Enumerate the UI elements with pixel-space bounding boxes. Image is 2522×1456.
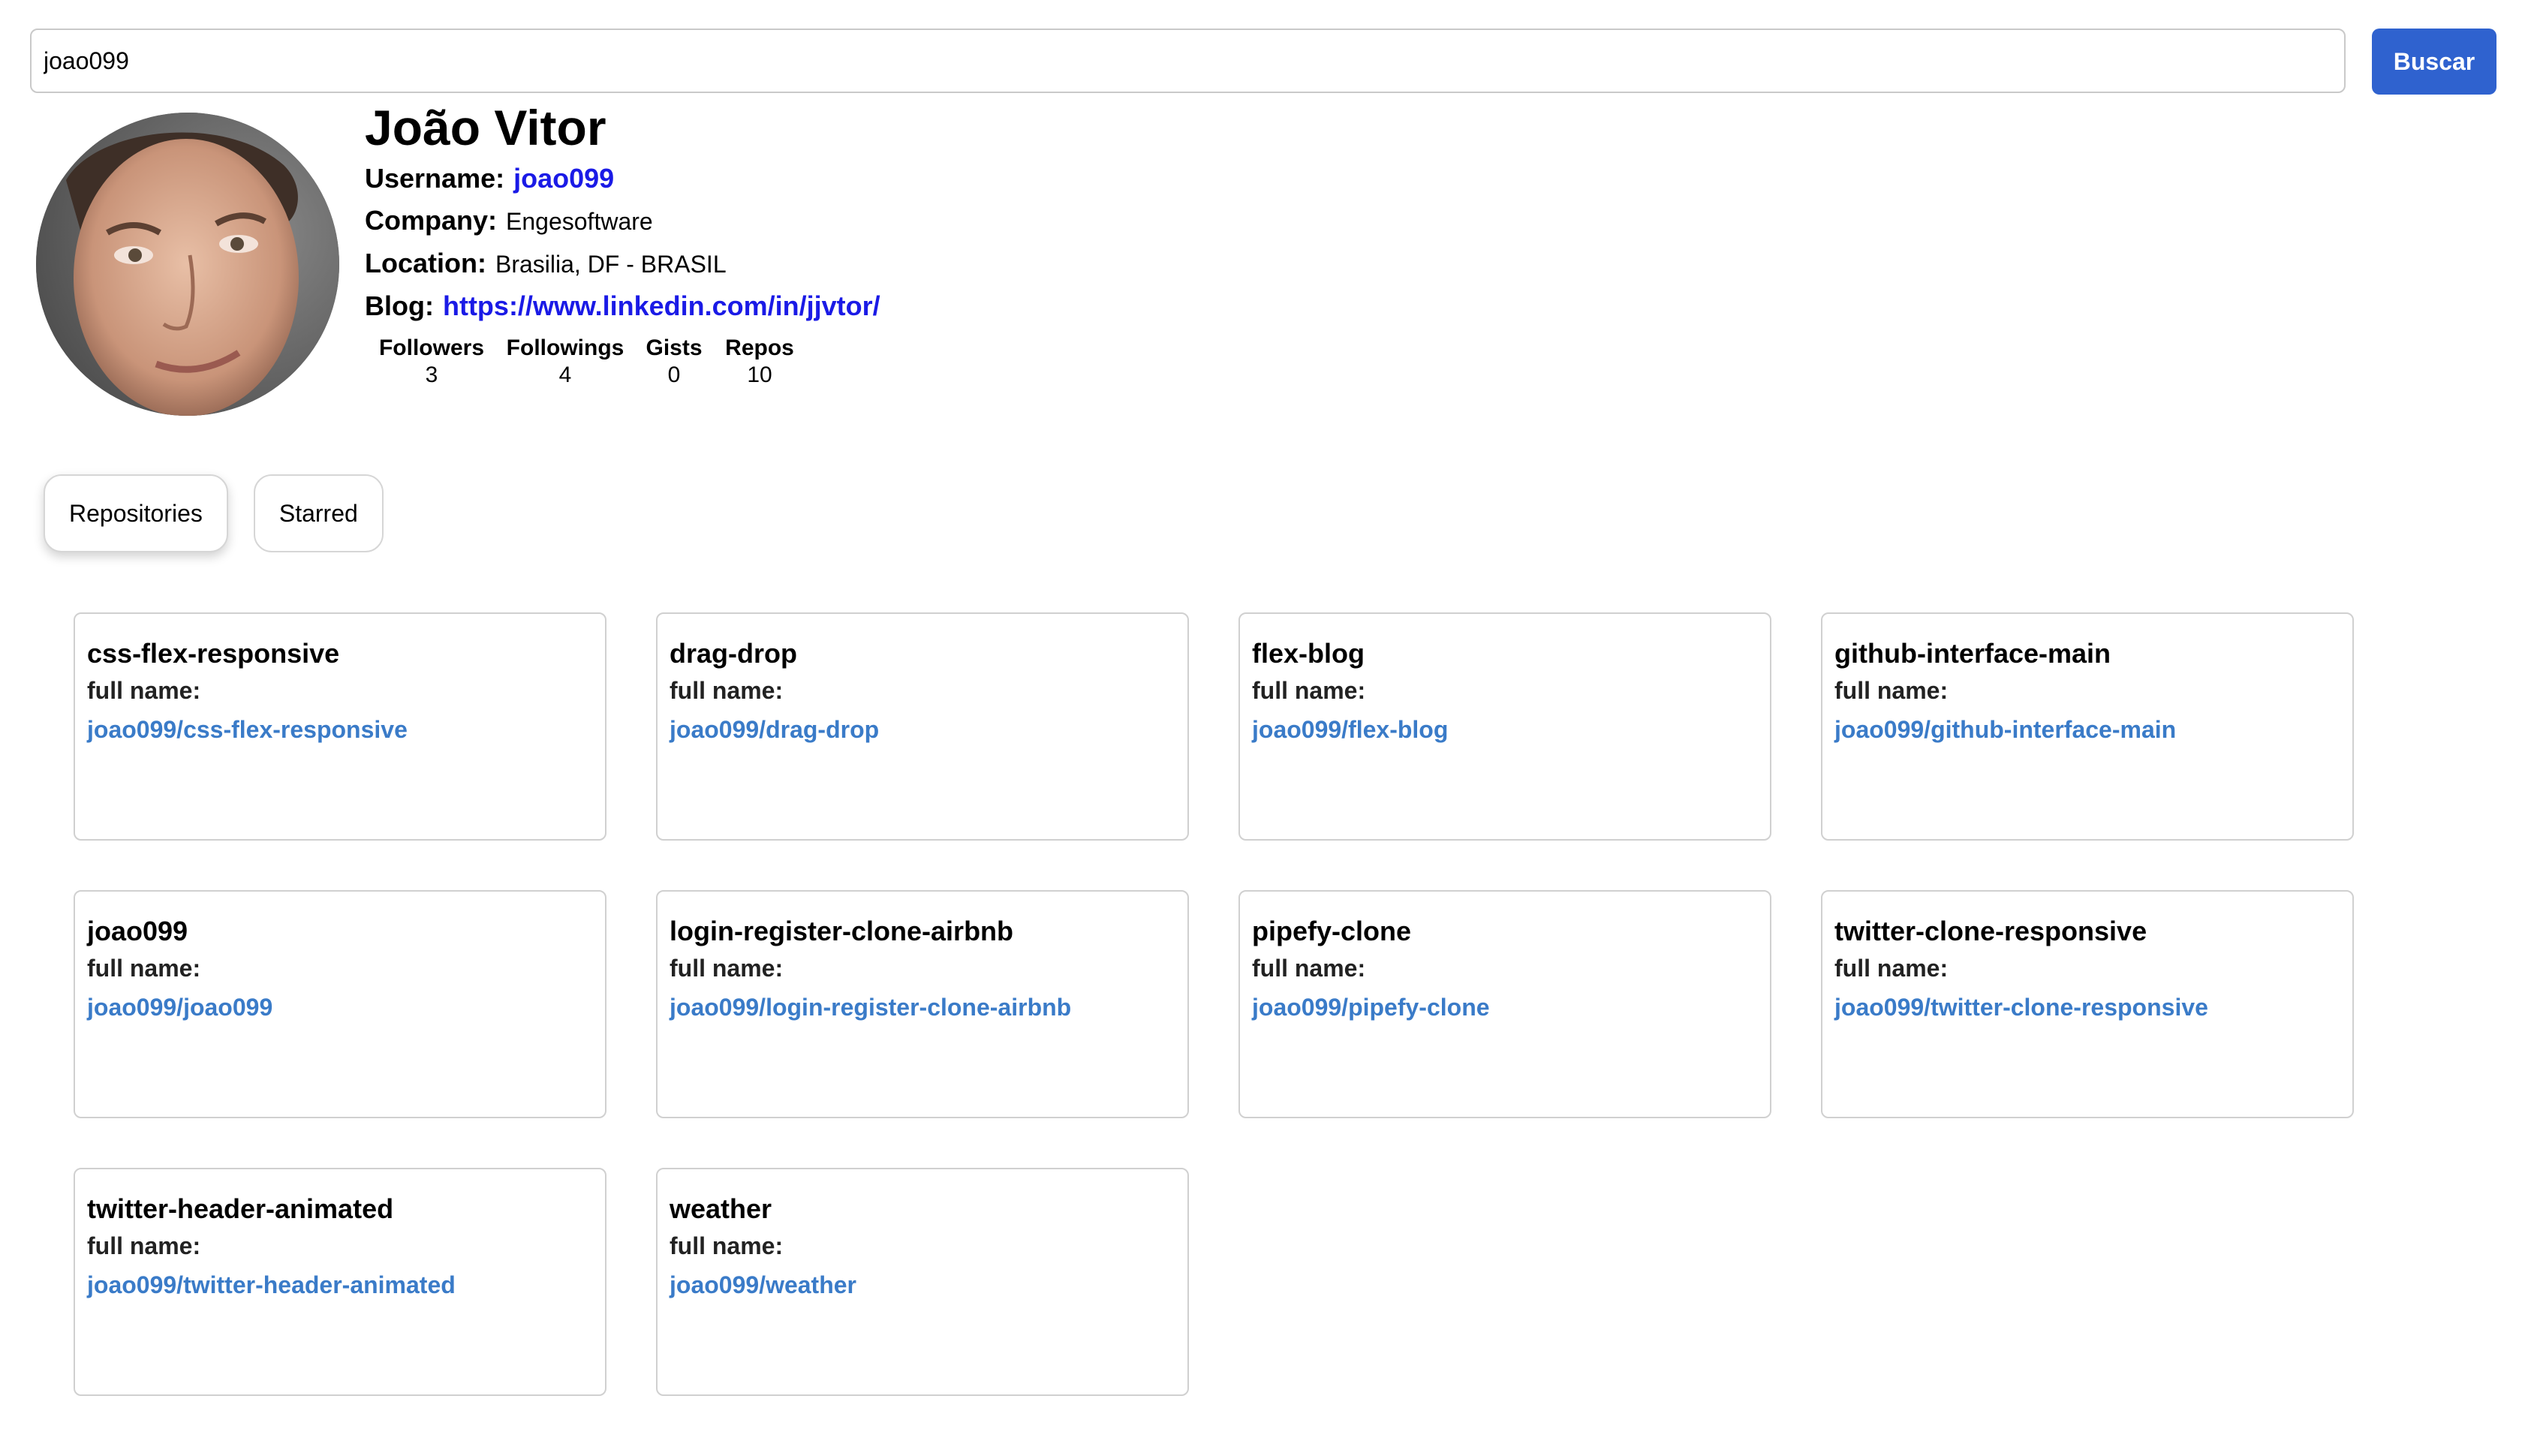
repo-fullname-label: full name: xyxy=(87,955,201,982)
stat-label: Gists xyxy=(646,335,703,360)
blog-link[interactable]: https://www.linkedin.com/in/jjvtor/ xyxy=(443,290,880,321)
repo-name: flex-blog xyxy=(1252,638,1365,669)
location-value: Brasilia, DF - BRASIL xyxy=(495,251,727,278)
repo-fullname-label: full name: xyxy=(1252,955,1366,982)
repo-card: login-register-clone-airbnb full name: j… xyxy=(656,890,1189,1118)
stat-followers: Followers 3 xyxy=(365,335,498,389)
repo-fullname-label: full name: xyxy=(1834,677,1949,704)
repo-link[interactable]: joao099/flex-blog xyxy=(1252,716,1448,743)
company-label: Company: xyxy=(365,205,498,236)
repo-fullname-label: full name: xyxy=(87,1232,201,1259)
stat-value: 10 xyxy=(747,362,772,387)
repo-name: css-flex-responsive xyxy=(87,638,340,669)
tab-starred[interactable]: Starred xyxy=(253,474,384,552)
stat-gists: Gists 0 xyxy=(632,335,716,389)
stat-value: 4 xyxy=(558,362,572,387)
repo-link[interactable]: joao099/login-register-clone-airbnb xyxy=(670,994,1071,1021)
repo-card: joao099 full name: joao099/joao099 xyxy=(74,890,606,1118)
location-row: Location: Brasilia, DF - BRASIL xyxy=(365,242,880,285)
stat-value: 0 xyxy=(667,362,681,387)
repo-card: twitter-header-animated full name: joao0… xyxy=(74,1168,606,1396)
repo-name: twitter-header-animated xyxy=(87,1193,394,1224)
repo-card: pipefy-clone full name: joao099/pipefy-c… xyxy=(1238,890,1771,1118)
repo-name: github-interface-main xyxy=(1834,638,2111,669)
repo-name: joao099 xyxy=(87,916,188,946)
profile-stats: Followers 3 Followings 4 Gists 0 Repos 1… xyxy=(365,335,803,389)
repo-fullname-label: full name: xyxy=(1252,677,1366,704)
blog-row: Blog: https://www.linkedin.com/in/jjvtor/ xyxy=(365,285,880,327)
search-button[interactable]: Buscar xyxy=(2372,29,2496,95)
repo-name: twitter-clone-responsive xyxy=(1834,916,2147,946)
repo-card: css-flex-responsive full name: joao099/c… xyxy=(74,612,606,841)
stat-followings: Followings 4 xyxy=(498,335,632,389)
tabs: Repositories Starred xyxy=(44,474,384,552)
username-link[interactable]: joao099 xyxy=(513,163,614,194)
repo-grid: css-flex-responsive full name: joao099/c… xyxy=(74,612,2355,1396)
avatar xyxy=(36,113,339,416)
repo-link[interactable]: joao099/twitter-header-animated xyxy=(87,1271,456,1298)
company-row: Company: Engesoftware xyxy=(365,200,880,242)
repo-link[interactable]: joao099/drag-drop xyxy=(670,716,879,743)
repo-link[interactable]: joao099/github-interface-main xyxy=(1834,716,2176,743)
repo-fullname-label: full name: xyxy=(670,1232,784,1259)
repo-fullname-label: full name: xyxy=(87,677,201,704)
repo-name: drag-drop xyxy=(670,638,797,669)
profile-info: João Vitor Username: joao099 Company: Enge… xyxy=(365,98,880,327)
repo-link[interactable]: joao099/css-flex-responsive xyxy=(87,716,408,743)
avatar-photo xyxy=(36,113,339,416)
repo-card: weather full name: joao099/weather xyxy=(656,1168,1189,1396)
blog-label: Blog: xyxy=(365,290,434,321)
profile-name: João Vitor xyxy=(365,100,606,155)
stat-repos: Repos 10 xyxy=(716,335,803,389)
company-value: Engesoftware xyxy=(506,208,653,235)
tab-repositories[interactable]: Repositories xyxy=(44,474,228,552)
stat-label: Followers xyxy=(378,335,485,360)
location-label: Location: xyxy=(365,248,486,278)
repo-fullname-label: full name: xyxy=(670,955,784,982)
stat-label: Repos xyxy=(725,335,794,360)
username-row: Username: joao099 xyxy=(365,158,880,200)
page: Buscar xyxy=(0,0,2522,1456)
repo-link[interactable]: joao099/pipefy-clone xyxy=(1252,994,1490,1021)
repo-card: drag-drop full name: joao099/drag-drop xyxy=(656,612,1189,841)
repo-fullname-label: full name: xyxy=(670,677,784,704)
repo-link[interactable]: joao099/twitter-clone-responsive xyxy=(1834,994,2208,1021)
search-row: Buscar xyxy=(30,29,2498,96)
stat-value: 3 xyxy=(425,362,438,387)
search-input[interactable] xyxy=(30,29,2346,93)
stat-label: Followings xyxy=(506,335,624,360)
repo-card: github-interface-main full name: joao099… xyxy=(1821,612,2354,841)
repo-card: flex-blog full name: joao099/flex-blog xyxy=(1238,612,1771,841)
repo-name: pipefy-clone xyxy=(1252,916,1412,946)
repo-card: twitter-clone-responsive full name: joao… xyxy=(1821,890,2354,1118)
repo-link[interactable]: joao099/weather xyxy=(670,1271,856,1298)
repo-link[interactable]: joao099/joao099 xyxy=(87,994,272,1021)
repo-fullname-label: full name: xyxy=(1834,955,1949,982)
repo-name: login-register-clone-airbnb xyxy=(670,916,1014,946)
repo-name: weather xyxy=(670,1193,772,1224)
username-label: Username: xyxy=(365,163,505,194)
